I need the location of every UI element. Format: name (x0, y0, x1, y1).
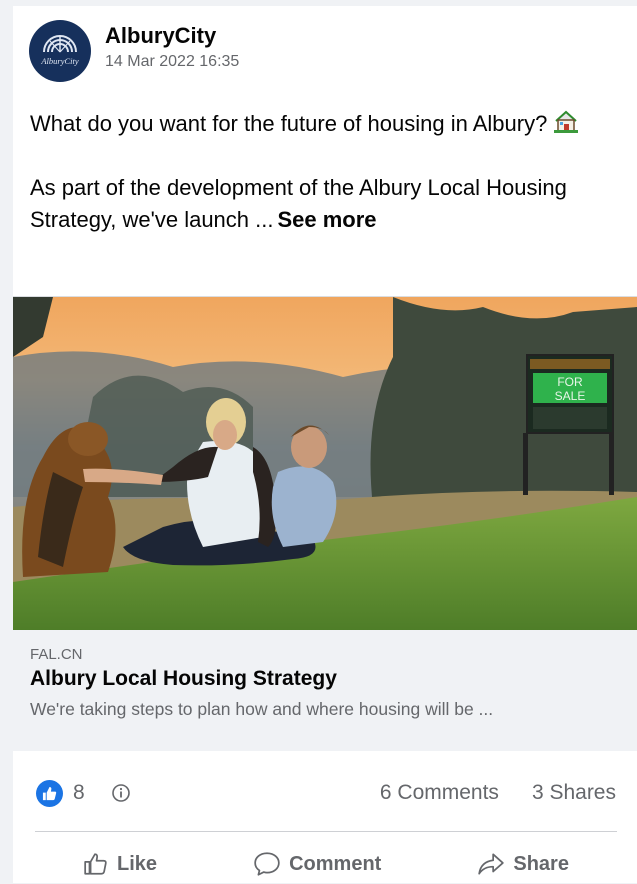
link-preview[interactable]: FAL.CN Albury Local Housing Strategy We'… (13, 630, 637, 751)
reaction-stats: 8 6 Comments 3 Shares (36, 778, 616, 808)
like-reaction-icon[interactable] (36, 779, 63, 807)
thumbs-up-icon (84, 853, 107, 875)
see-more-link[interactable]: See more (277, 207, 376, 232)
avatar-logo-text: AlburyCity (41, 56, 79, 66)
post-body: What do you want for the future of housi… (30, 108, 590, 236)
post-card: AlburyCity AlburyCity 14 Mar 2022 16:35 … (13, 6, 637, 883)
share-button[interactable]: Share (477, 851, 569, 877)
share-button-label: Share (513, 852, 569, 875)
link-title[interactable]: Albury Local Housing Strategy (30, 667, 620, 691)
speech-bubble-icon (254, 852, 280, 876)
comment-button-label: Comment (289, 852, 382, 875)
shares-count[interactable]: 3 Shares (532, 781, 616, 805)
link-description: We're taking steps to plan how and where… (30, 699, 494, 719)
like-count[interactable]: 8 (73, 781, 85, 805)
post-header: AlburyCity AlburyCity 14 Mar 2022 16:35 (29, 20, 239, 82)
house-with-garden-icon (554, 110, 579, 133)
like-button-label: Like (117, 852, 158, 875)
sign-text-sale: SALE (555, 389, 586, 403)
info-icon[interactable] (111, 783, 131, 803)
divider (35, 831, 617, 832)
couple-with-dog-photo: FOR SALE (13, 297, 637, 630)
post-photo[interactable]: FOR SALE (13, 296, 637, 630)
share-arrow-icon (478, 853, 505, 875)
avatar[interactable]: AlburyCity (29, 20, 91, 82)
action-bar: Like Comment Share (35, 844, 617, 884)
page-name[interactable]: AlburyCity (105, 23, 239, 49)
comments-count[interactable]: 6 Comments (380, 781, 499, 805)
post-text-body: As part of the development of the Albury… (30, 175, 567, 232)
like-button[interactable]: Like (83, 851, 157, 877)
link-domain: FAL.CN (30, 646, 83, 663)
comment-button[interactable]: Comment (253, 851, 381, 877)
sign-text-for: FOR (557, 375, 583, 389)
logo-arcs-icon (43, 35, 77, 53)
post-text-question: What do you want for the future of housi… (30, 108, 590, 140)
post-timestamp[interactable]: 14 Mar 2022 16:35 (105, 53, 239, 71)
